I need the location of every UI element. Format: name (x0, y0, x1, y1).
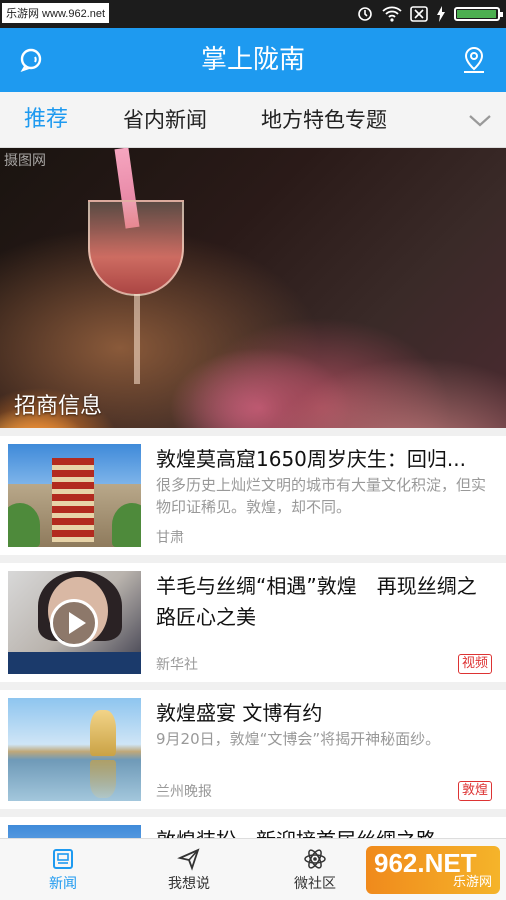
play-icon[interactable] (50, 599, 98, 647)
chevron-down-icon[interactable] (466, 106, 494, 134)
alarm-icon (358, 7, 372, 21)
news-title: 敦煌莫高窟1650周岁庆生：回归... (156, 447, 466, 471)
news-desc: 很多历史上灿烂文明的城市有大量文化积淀，但实物印证稀见。敦煌，却不同。 (156, 476, 487, 516)
news-tag: 敦煌 (457, 781, 492, 801)
location-pin-icon (464, 46, 484, 73)
watermark-small: 乐游网 (452, 875, 492, 890)
location-button[interactable] (458, 44, 490, 76)
tab-recommend[interactable]: 推荐 (24, 92, 68, 148)
news-tag: 视频 (457, 654, 492, 674)
news-source: 甘肃 (156, 530, 184, 546)
news-thumbnail (8, 698, 141, 801)
news-list: 敦煌莫高窟1650周岁庆生：回归... 很多历史上灿烂文明的城市有大量文化积淀，… (0, 436, 506, 900)
app-title: 掌上陇南 (200, 45, 305, 75)
banner-photo-glass (88, 200, 184, 296)
tab-provincial-news[interactable]: 省内新闻 (123, 92, 207, 148)
nav-news-label: 新闻 (49, 876, 77, 892)
news-source: 兰州晚报 (156, 784, 212, 800)
atom-icon (304, 849, 326, 869)
nav-speak[interactable]: 我想说 (126, 839, 252, 900)
no-sim-icon (410, 6, 428, 22)
category-tabs: 推荐 省内新闻 地方特色专题 (0, 92, 506, 148)
news-thumbnail (8, 444, 141, 547)
news-title: 敦煌盛宴 文博有约 (156, 701, 323, 725)
send-icon (177, 848, 200, 871)
wifi-icon (382, 6, 402, 22)
banner-watermark: 摄图网 (4, 153, 46, 169)
site-watermark: 乐游网 www.962.net (2, 3, 110, 23)
news-icon (53, 849, 73, 869)
pagoda-image (52, 458, 94, 542)
corner-watermark: 962.NET 乐游网 (366, 846, 500, 894)
status-bar: 乐游网 www.962.net (0, 0, 506, 28)
news-source: 新华社 (156, 657, 198, 673)
nav-community[interactable]: 微社区 (252, 839, 378, 900)
nav-news[interactable]: 新闻 (0, 839, 126, 900)
news-thumbnail (8, 571, 141, 674)
list-item[interactable]: 羊毛与丝绸“相遇”敦煌 再现丝绸之路匠心之美 新华社 视频 (0, 563, 506, 682)
statue-image (90, 710, 116, 756)
news-desc: 9月20日，敦煌“文博会”将揭开神秘面纱。 (156, 730, 441, 748)
battery-icon (454, 7, 503, 21)
banner-caption: 招商信息 (14, 394, 103, 419)
list-item[interactable]: 敦煌盛宴 文博有约 9月20日，敦煌“文博会”将揭开神秘面纱。 兰州晚报 敦煌 (0, 690, 506, 809)
nav-community-label: 微社区 (294, 876, 336, 892)
nav-speak-label: 我想说 (168, 876, 210, 892)
status-icons (356, 4, 503, 24)
app-bar: 掌上陇南 (0, 28, 506, 92)
news-title: 羊毛与丝绸“相遇”敦煌 再现丝绸之路匠心之美 (156, 574, 477, 629)
banner-carousel[interactable]: 摄图网 招商信息 (0, 148, 506, 428)
charging-icon (437, 6, 445, 22)
banner-photo-stem (134, 294, 140, 384)
tab-local-features[interactable]: 地方特色专题 (261, 92, 387, 148)
list-item[interactable]: 敦煌莫高窟1650周岁庆生：回归... 很多历史上灿烂文明的城市有大量文化积淀，… (0, 436, 506, 555)
